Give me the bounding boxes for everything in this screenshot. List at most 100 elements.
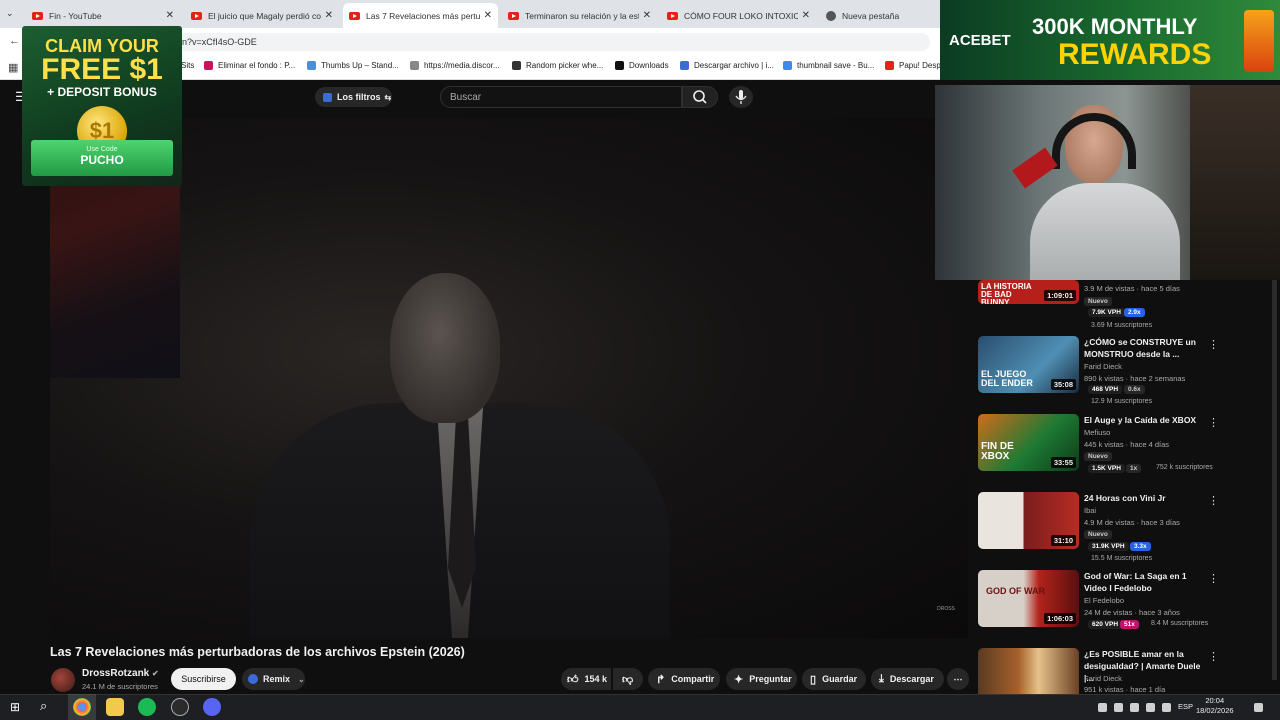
address-bar[interactable]: n?v=xCfI4sO-GDE: [170, 33, 930, 51]
video-thumbnail[interactable]: LA HISTORIA DE BAD BUNNY 1:09:01: [978, 280, 1079, 304]
more-vert-icon[interactable]: ⋮: [1208, 416, 1219, 429]
video-player[interactable]: [50, 118, 968, 638]
close-icon[interactable]: ✕: [484, 10, 492, 21]
promo-code: PUCHO: [80, 153, 124, 167]
video-title[interactable]: 24 Horas con Vini Jr: [1084, 492, 1208, 504]
bookmark-favicon-icon: [783, 61, 792, 70]
browser-tab[interactable]: Terminaron su relación y la está ✕: [502, 3, 657, 28]
volume-icon[interactable]: [1162, 703, 1171, 712]
subscribe-button[interactable]: Suscribirse: [171, 668, 236, 690]
channel-name[interactable]: Farid Dieck: [1084, 362, 1122, 371]
close-icon[interactable]: ✕: [643, 10, 651, 21]
channel-avatar[interactable]: [51, 668, 75, 692]
more-vert-icon[interactable]: ⋮: [1208, 494, 1219, 507]
download-button[interactable]: ⤓ Descargar: [871, 668, 944, 690]
video-meta: 3.9 M de vistas · hace 5 días: [1084, 284, 1180, 293]
channel-name[interactable]: El Fedelobo: [1084, 596, 1124, 605]
new-badge: Nuevo: [1084, 452, 1112, 461]
recommendation-item[interactable]: 31:10 24 Horas con Vini Jr Ibai 4.9 M de…: [978, 492, 1278, 562]
video-duration: 35:08: [1050, 379, 1076, 390]
video-duration: 1:09:01: [1044, 290, 1076, 301]
close-icon[interactable]: ✕: [166, 10, 174, 21]
microphone-icon: [735, 90, 747, 104]
video-thumbnail[interactable]: GOD OF WAR 1:06:03: [978, 570, 1079, 627]
close-icon[interactable]: ✕: [802, 10, 810, 21]
video-thumbnail[interactable]: 31:10: [978, 492, 1079, 549]
active-app-highlight: [68, 694, 96, 720]
folder-icon[interactable]: [106, 698, 124, 716]
thumbnail-text: EL JUEGO DEL ENDER: [981, 369, 1033, 388]
download-icon: ⤓: [879, 672, 884, 685]
bookmark-item[interactable]: Sits: [181, 61, 194, 70]
video-title[interactable]: El Auge y la Caída de XBOX: [1084, 414, 1208, 426]
thumbnail-text: LA HISTORIA DE BAD BUNNY: [981, 282, 1032, 305]
channel-name[interactable]: DrossRotzank ✔: [82, 668, 159, 679]
tab-search-icon[interactable]: ⌄: [6, 8, 14, 19]
browser-tab[interactable]: El juicio que Magaly perdió co ✕: [185, 3, 339, 28]
close-icon[interactable]: ✕: [325, 10, 333, 21]
notification-icon[interactable]: [1254, 703, 1263, 712]
ask-button[interactable]: ✦ Preguntar: [726, 668, 797, 690]
clock-date: 18/02/2026: [1196, 706, 1234, 715]
back-arrow-icon[interactable]: ←: [9, 35, 20, 47]
channel-name[interactable]: Farid Dieck: [1084, 674, 1122, 683]
dislike-button[interactable]: 👎︎: [613, 668, 643, 690]
more-actions-button[interactable]: ⋯: [947, 668, 969, 690]
more-vert-icon[interactable]: ⋮: [1208, 650, 1219, 663]
search-input[interactable]: Buscar: [440, 86, 682, 108]
bookmark-item[interactable]: Papu! Desp: [885, 61, 941, 70]
globe-icon: [826, 10, 836, 21]
channel-subscribers: 24.1 M de suscriptores: [82, 682, 158, 691]
windows-start-icon[interactable]: ⊞: [10, 700, 20, 714]
save-button[interactable]: ▯ Guardar: [802, 668, 866, 690]
bookmark-item[interactable]: Eliminar el fondo : P...: [204, 61, 295, 70]
bookmark-favicon-icon: [680, 61, 689, 70]
discord-icon[interactable]: [203, 698, 221, 716]
video-thumbnail[interactable]: EL JUEGO DEL ENDER 35:08: [978, 336, 1079, 393]
tray-app-icon[interactable]: [1130, 703, 1139, 712]
youtube-icon: [667, 11, 678, 20]
tray-chevron-icon[interactable]: [1098, 703, 1107, 712]
bookmark-item[interactable]: thumbnail save - Bu...: [783, 61, 874, 70]
apps-grid-icon[interactable]: ▦: [8, 61, 18, 74]
recommendation-item[interactable]: GOD OF WAR 1:06:03 God of War: La Saga e…: [978, 570, 1278, 640]
video-title[interactable]: ¿CÓMO se CONSTRUYE un MONSTRUO desde la …: [1084, 336, 1208, 360]
bookmark-item[interactable]: Downloads: [615, 61, 669, 70]
search-icon[interactable]: ⌕: [40, 698, 47, 714]
browser-tab[interactable]: Nueva pestaña: [820, 3, 938, 28]
more-vert-icon[interactable]: ⋮: [1208, 338, 1219, 351]
bookmark-item[interactable]: Random picker whe...: [512, 61, 603, 70]
scrollbar[interactable]: [1272, 280, 1277, 680]
recommendation-item[interactable]: EL JUEGO DEL ENDER 35:08 ¿CÓMO se CONSTR…: [978, 336, 1278, 406]
channel-name[interactable]: Ibai: [1084, 506, 1096, 515]
more-vert-icon[interactable]: ⋮: [1208, 572, 1219, 585]
tab-label: Nueva pestaña: [842, 10, 900, 21]
remix-button[interactable]: Remix ⌄: [242, 668, 305, 690]
voice-search-button[interactable]: [729, 86, 753, 108]
browser-tab-active[interactable]: Las 7 Revelaciones más perturb ✕: [343, 3, 498, 28]
filters-button[interactable]: Los filtros ⇆: [315, 87, 392, 107]
network-icon[interactable]: [1146, 703, 1155, 712]
tray-mic-icon[interactable]: [1114, 703, 1123, 712]
language-indicator[interactable]: ESP: [1178, 702, 1193, 711]
obs-icon[interactable]: [171, 698, 189, 716]
video-thumbnail[interactable]: [978, 648, 1079, 694]
browser-tab[interactable]: CÓMO FOUR LOKO INTOXICÓ ✕: [661, 3, 816, 28]
bookmark-item[interactable]: Thumbs Up – Stand...: [307, 61, 399, 70]
bookmark-item[interactable]: Descargar archivo | i...: [680, 61, 774, 70]
search-button[interactable]: [682, 86, 718, 108]
video-thumbnail[interactable]: FIN DE XBOX 33:55: [978, 414, 1079, 471]
share-button[interactable]: ↱ Compartir: [648, 668, 720, 690]
new-badge: Nuevo: [1084, 297, 1112, 306]
browser-tab[interactable]: Fin - YouTube ✕: [26, 3, 180, 28]
bookmark-favicon-icon: [307, 61, 316, 70]
video-title[interactable]: God of War: La Saga en 1 Video I Fedelob…: [1084, 570, 1208, 594]
clock[interactable]: 20:04 18/02/2026: [1196, 696, 1234, 716]
sparkle-icon: ✦: [734, 673, 744, 686]
recommendation-item[interactable]: FIN DE XBOX 33:55 El Auge y la Caída de …: [978, 414, 1278, 484]
channel-name[interactable]: Mefiuso: [1084, 428, 1110, 437]
recommendation-item[interactable]: ¿Es POSIBLE amar en la desigualdad? | Am…: [978, 648, 1278, 694]
spotify-icon[interactable]: [138, 698, 156, 716]
like-button[interactable]: 👍︎ 154 k: [561, 668, 611, 690]
bookmark-item[interactable]: https://media.discor...: [410, 61, 500, 70]
